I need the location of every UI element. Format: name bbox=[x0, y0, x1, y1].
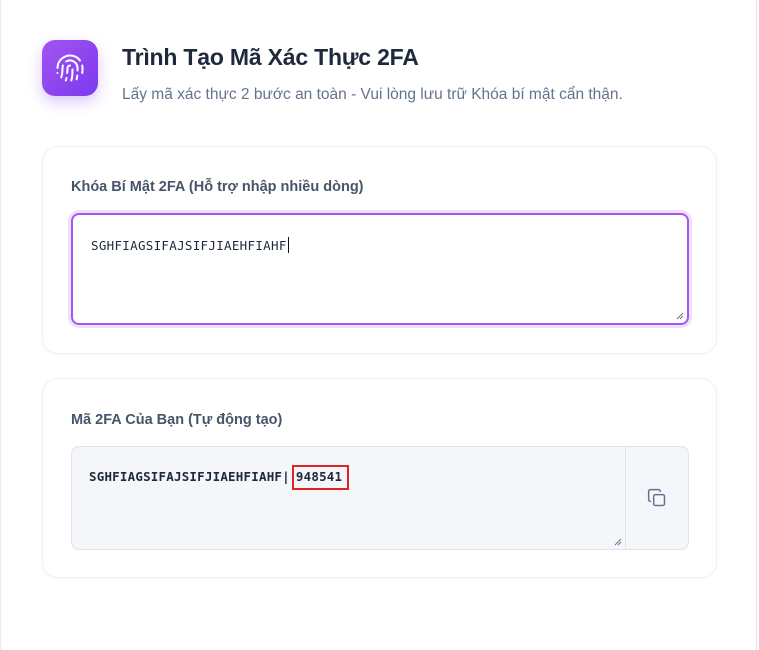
resize-handle-icon[interactable] bbox=[676, 312, 684, 320]
output-card: Mã 2FA Của Bạn (Tự động tạo) SGHFIAGSIFA… bbox=[42, 378, 717, 578]
secret-key-input[interactable]: SGHFIAGSIFAJSIFJIAEHFIAHF bbox=[71, 213, 689, 325]
title-wrap: Trình Tạo Mã Xác Thực 2FA Lấy mã xác thự… bbox=[122, 40, 623, 105]
output-separator: | bbox=[282, 469, 290, 484]
secret-key-text-line: SGHFIAGSIFAJSIFJIAEHFIAHF bbox=[91, 237, 289, 253]
secret-key-value: SGHFIAGSIFAJSIFJIAEHFIAHF bbox=[91, 238, 287, 253]
copy-icon bbox=[647, 488, 666, 507]
secret-key-card: Khóa Bí Mật 2FA (Hỗ trợ nhập nhiều dòng)… bbox=[42, 146, 717, 354]
output-label: Mã 2FA Của Bạn (Tự động tạo) bbox=[71, 412, 283, 428]
app-logo bbox=[42, 40, 98, 96]
output-secret: SGHFIAGSIFAJSIFJIAEHFIAHF bbox=[89, 469, 283, 484]
header: Trình Tạo Mã Xác Thực 2FA Lấy mã xác thự… bbox=[42, 40, 623, 105]
copy-button[interactable] bbox=[626, 447, 688, 549]
fingerprint-icon bbox=[56, 54, 84, 82]
output-box: SGHFIAGSIFAJSIFJIAEHFIAHF| 948541 bbox=[71, 446, 689, 550]
output-text-line: SGHFIAGSIFAJSIFJIAEHFIAHF| 948541 bbox=[89, 465, 350, 490]
secret-key-label: Khóa Bí Mật 2FA (Hỗ trợ nhập nhiều dòng) bbox=[71, 179, 364, 195]
app-frame: Trình Tạo Mã Xác Thực 2FA Lấy mã xác thự… bbox=[0, 0, 757, 650]
output-resize-handle-icon[interactable] bbox=[614, 538, 622, 546]
page-title: Trình Tạo Mã Xác Thực 2FA bbox=[122, 44, 419, 70]
page-subtitle: Lấy mã xác thực 2 bước an toàn - Vui lòn… bbox=[122, 86, 623, 103]
text-caret bbox=[287, 237, 289, 253]
otp-code: 948541 bbox=[291, 465, 350, 490]
output-textarea[interactable]: SGHFIAGSIFAJSIFJIAEHFIAHF| 948541 bbox=[72, 447, 626, 549]
